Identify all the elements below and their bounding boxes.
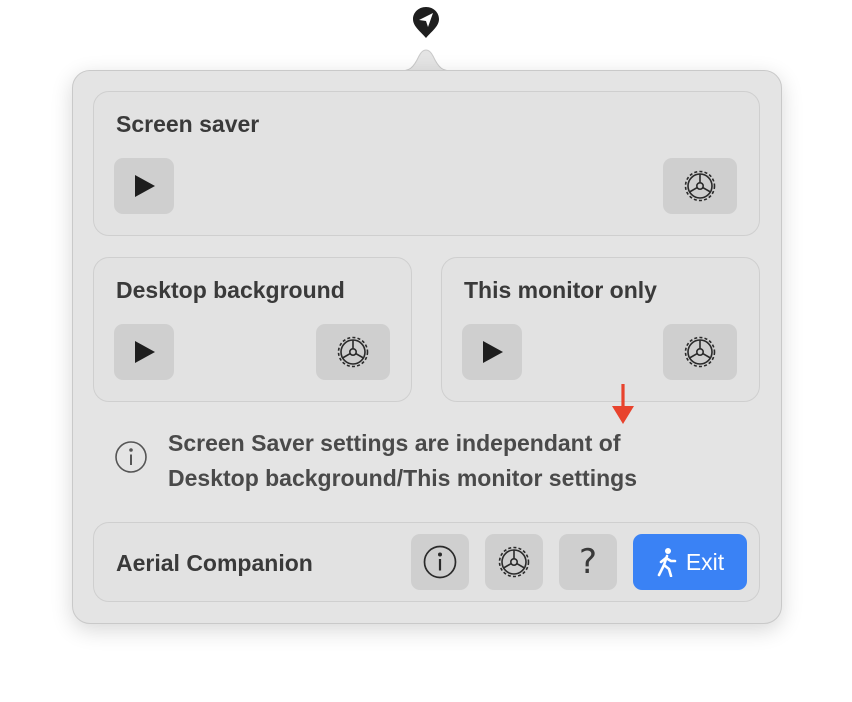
gear-icon <box>684 170 716 202</box>
monitor-only-play-button[interactable] <box>462 324 522 380</box>
help-button[interactable]: ? <box>559 534 617 590</box>
info-note: Screen Saver settings are independant of… <box>114 424 734 494</box>
walking-person-icon <box>657 548 677 577</box>
play-icon <box>135 175 155 197</box>
screen-saver-title: Screen saver <box>116 111 260 137</box>
desktop-background-play-button[interactable] <box>114 324 174 380</box>
screen-saver-play-button[interactable] <box>114 158 174 214</box>
about-button[interactable] <box>411 534 469 590</box>
info-icon <box>423 545 457 579</box>
monitor-only-card: This monitor only <box>441 257 760 402</box>
play-icon <box>135 341 155 363</box>
aerial-menubar-icon[interactable] <box>410 4 442 40</box>
monitor-only-title: This monitor only <box>464 277 657 303</box>
annotation-arrow <box>612 384 634 424</box>
info-text-line1: Screen Saver settings are independant of <box>168 430 621 456</box>
exit-button[interactable]: Exit <box>633 534 747 590</box>
gear-icon <box>337 336 369 368</box>
info-icon <box>115 441 147 473</box>
desktop-background-title: Desktop background <box>116 277 345 303</box>
info-text-line2: Desktop background/This monitor settings <box>168 465 637 491</box>
question-icon: ? <box>578 542 598 582</box>
exit-label: Exit <box>685 548 725 575</box>
desktop-background-card: Desktop background <box>93 257 412 402</box>
preferences-button[interactable] <box>485 534 543 590</box>
gear-icon <box>684 336 716 368</box>
gear-icon <box>498 546 530 578</box>
popover-arrow <box>399 49 453 72</box>
info-text: Screen Saver settings are independant of… <box>168 426 738 496</box>
monitor-only-settings-button[interactable] <box>663 324 737 380</box>
play-icon <box>483 341 503 363</box>
app-name-label: Aerial Companion <box>116 550 313 576</box>
screen-saver-settings-button[interactable] <box>663 158 737 214</box>
desktop-background-settings-button[interactable] <box>316 324 390 380</box>
screen-saver-card: Screen saver <box>93 91 760 236</box>
